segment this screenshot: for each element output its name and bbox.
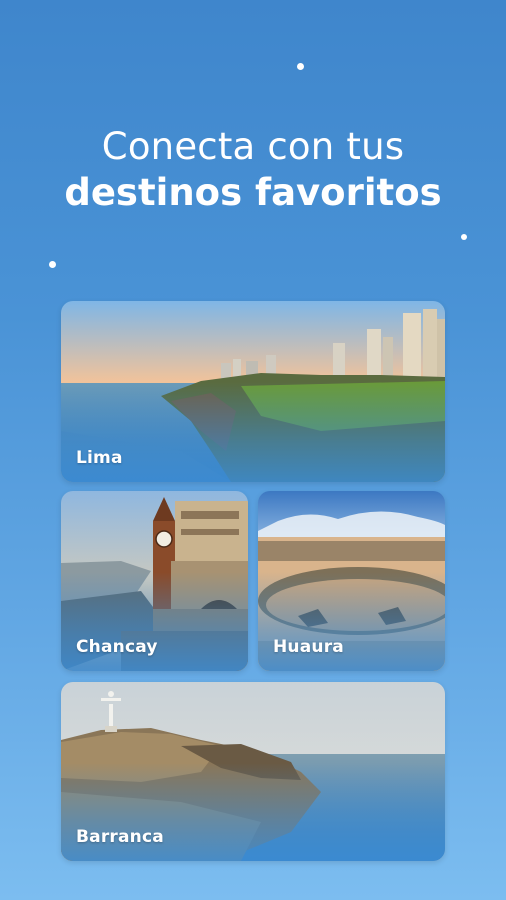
destination-card-lima[interactable]: Lima xyxy=(61,301,445,482)
decorative-dot xyxy=(297,63,304,70)
title-line-2: destinos favoritos xyxy=(64,171,442,214)
title-line-1: Conecta con tus xyxy=(101,125,405,168)
destination-label: Lima xyxy=(76,448,123,468)
page-title: Conecta con tus destinos favoritos xyxy=(0,124,506,216)
decorative-dot xyxy=(49,261,56,268)
destination-card-barranca[interactable]: Barranca xyxy=(61,682,445,861)
destination-label: Chancay xyxy=(76,637,158,657)
destination-label: Barranca xyxy=(76,827,164,847)
destination-card-chancay[interactable]: Chancay xyxy=(61,491,248,671)
decorative-dot xyxy=(461,234,467,240)
destination-card-huaura[interactable]: Huaura xyxy=(258,491,445,671)
destination-label: Huaura xyxy=(273,637,344,657)
